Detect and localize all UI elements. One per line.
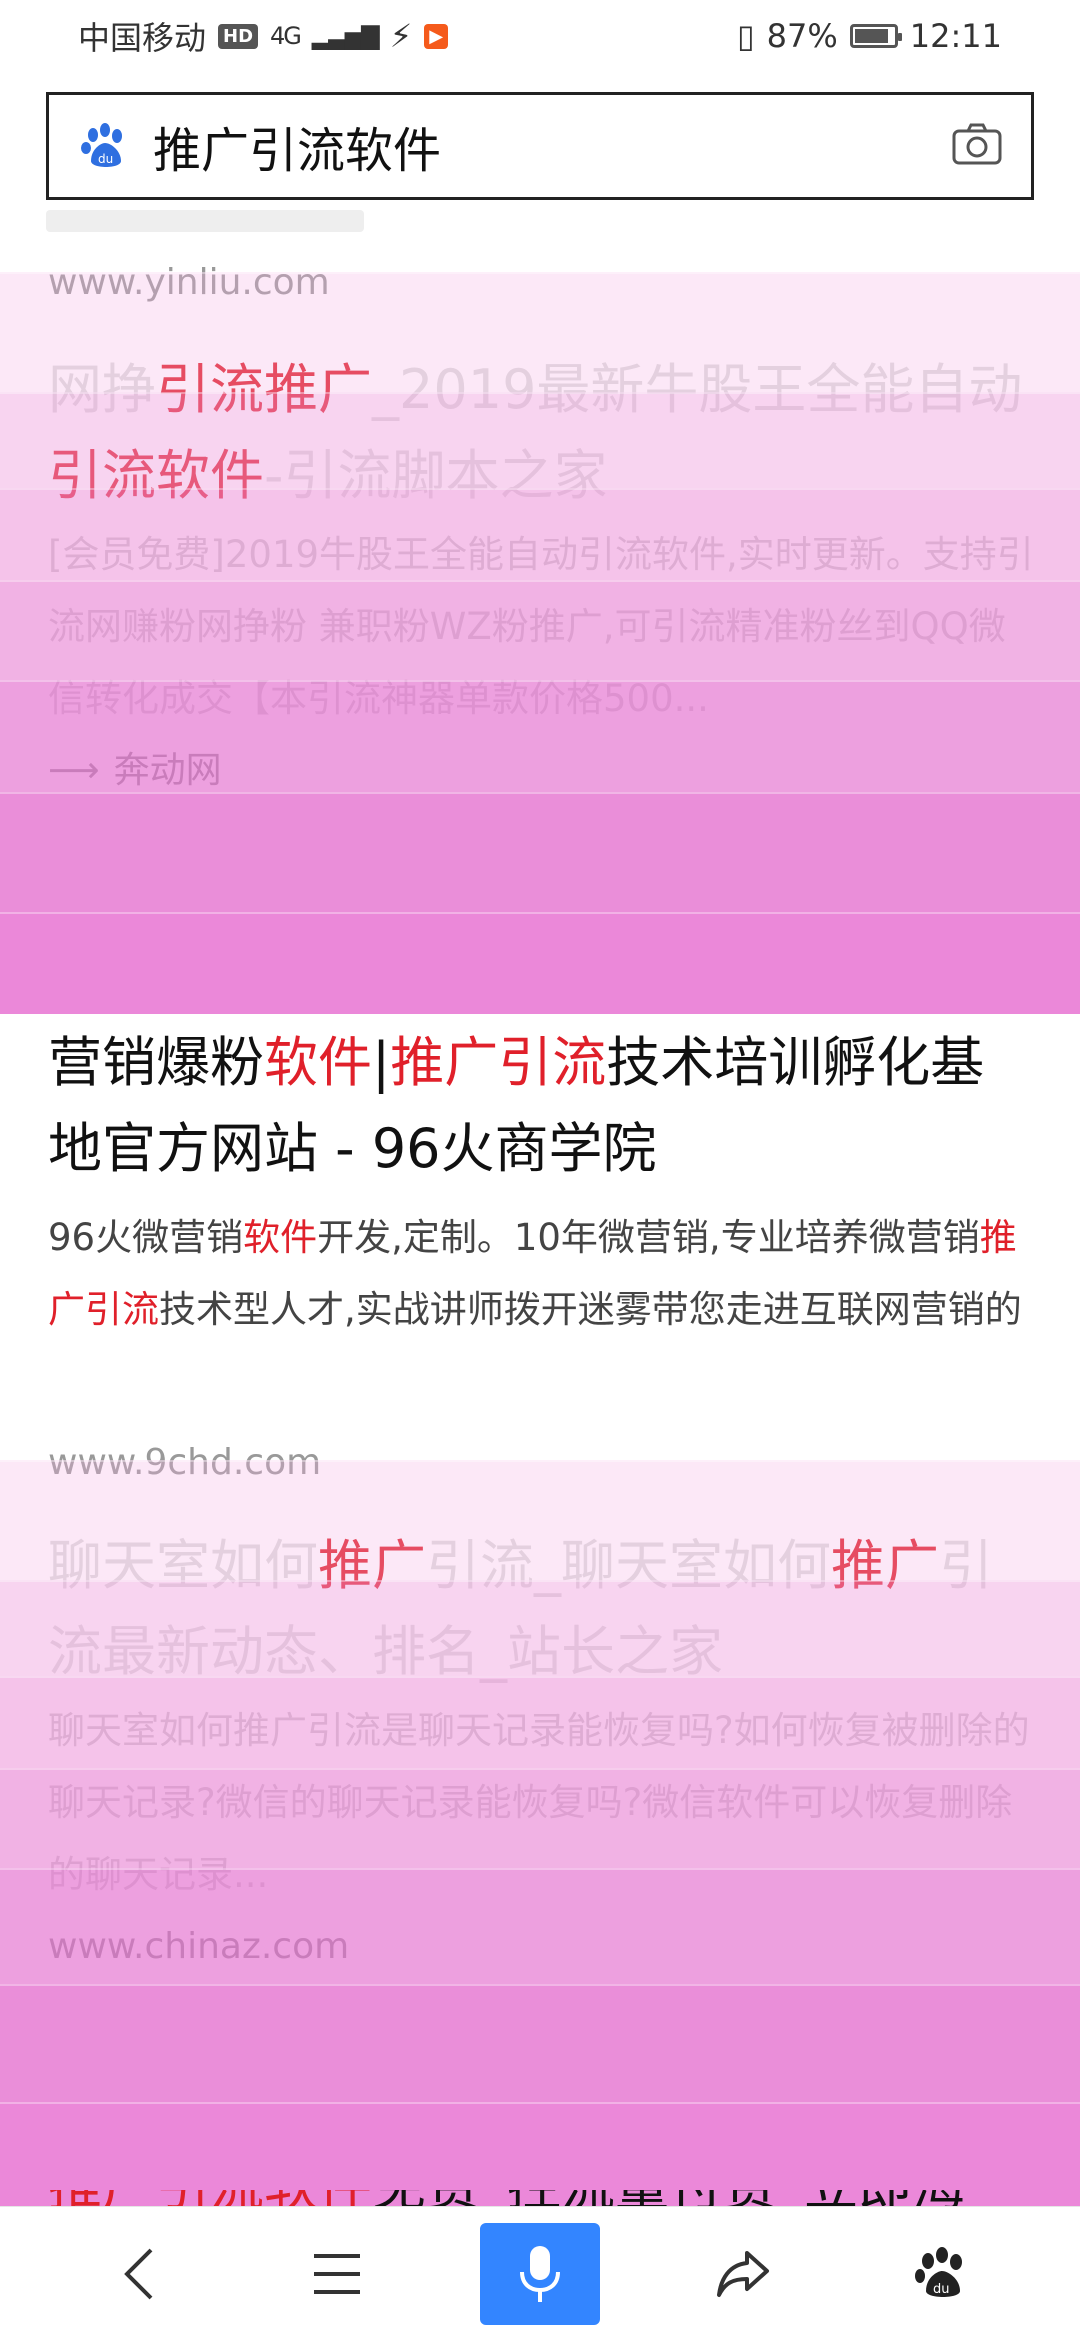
menu-icon bbox=[314, 2253, 360, 2294]
title-part: 营销爆粉 bbox=[48, 1031, 264, 1094]
title-part: -引流脚本之家 bbox=[264, 444, 608, 507]
result-source[interactable]: www.chinaz.com bbox=[48, 1911, 1038, 1983]
result-title[interactable]: 营销爆粉软件|推广引流技术培训孵化基地官方网站 - 96火商学院 bbox=[48, 1020, 1038, 1192]
title-part: 引流_聊天室如何 bbox=[426, 1534, 831, 1597]
desc-part: 技术型人才,实战讲师拨开迷雾带您走进互联网营销的浩瀚海洋。 bbox=[159, 1288, 1022, 1331]
svg-text:du: du bbox=[98, 152, 113, 166]
result-description: 96火微营销软件开发,定制。10年微营销,专业培养微营销推广引流技术型人才,实战… bbox=[48, 1202, 1038, 1346]
share-button[interactable] bbox=[688, 2219, 798, 2329]
status-right: ▯ 87% 12:11 bbox=[737, 17, 1002, 55]
loading-placeholder bbox=[46, 210, 364, 232]
title-highlight: 软件 bbox=[264, 1031, 372, 1094]
menu-button[interactable] bbox=[282, 2219, 392, 2329]
result-description: [会员免费]2019牛股王全能自动引流软件,实时更新。支持引流网赚粉网挣粉 兼职… bbox=[48, 533, 1034, 720]
clock: 12:11 bbox=[909, 17, 1002, 55]
vibrate-icon: ▯ bbox=[737, 17, 755, 55]
signal-icon: ▂▃▅▇ bbox=[311, 22, 380, 50]
title-highlight: 推广引流 bbox=[390, 1031, 607, 1094]
share-icon bbox=[717, 2250, 769, 2297]
notification-icon: ⚡ bbox=[389, 17, 413, 55]
title-highlight: 推广引流软件 bbox=[48, 2190, 372, 2206]
battery-icon bbox=[849, 24, 902, 48]
result-url[interactable]: www.9chd.com bbox=[48, 1442, 1038, 1483]
camera-icon[interactable] bbox=[951, 122, 1003, 170]
title-highlight: 引流软件 bbox=[48, 444, 264, 507]
back-button[interactable] bbox=[84, 2219, 194, 2329]
title-highlight: 引流推广 bbox=[156, 358, 372, 421]
title-part: _2019最新牛股王全能自动 bbox=[372, 358, 1023, 421]
search-input[interactable]: 推广引流软件 bbox=[153, 111, 951, 181]
result-title[interactable]: 推广引流软件免费_控流量付费_立即海 bbox=[48, 2190, 1038, 2206]
result-description: 聊天室如何推广引流是聊天记录能恢复吗?如何恢复被删除的聊天记录?微信的聊天记录能… bbox=[48, 1709, 1030, 1896]
search-result-3[interactable]: www.9chd.com 聊天室如何推广引流_聊天室如何推广引流最新动态、排名_… bbox=[48, 1442, 1038, 1983]
title-part: 网挣 bbox=[48, 358, 156, 421]
result-source[interactable]: ⟶ 奔动网 bbox=[48, 735, 1038, 807]
video-app-icon: ▶ bbox=[424, 23, 449, 49]
baidu-paw-icon: du bbox=[915, 2246, 962, 2297]
result-url[interactable]: www.yinliu.com bbox=[48, 262, 1038, 303]
baidu-logo-icon: du bbox=[79, 121, 129, 171]
network-type: 4G bbox=[270, 22, 302, 50]
desc-part: 96火微营销 bbox=[48, 1216, 244, 1259]
search-result-4-peek[interactable]: 推广引流软件免费_控流量付费_立即海 bbox=[48, 2190, 1038, 2206]
title-highlight: 推广 bbox=[831, 1534, 939, 1597]
result-title[interactable]: 网挣引流推广_2019最新牛股王全能自动引流软件-引流脚本之家 bbox=[48, 347, 1038, 519]
status-left: 中国移动 HD 4G ▂▃▅▇ ⚡ ▶ bbox=[78, 13, 449, 59]
desc-highlight: 软件 bbox=[243, 1216, 318, 1259]
source-name: 奔动网 bbox=[113, 750, 222, 791]
title-part: 免费_控流量付费_立即海 bbox=[372, 2190, 966, 2206]
back-icon bbox=[124, 2248, 153, 2299]
carrier-name: 中国移动 bbox=[78, 19, 207, 57]
source-arrow-icon: ⟶ bbox=[48, 750, 100, 791]
hd-badge: HD bbox=[218, 23, 259, 49]
search-result-1[interactable]: www.yinliu.com 网挣引流推广_2019最新牛股王全能自动引流软件-… bbox=[48, 262, 1038, 807]
title-part: 聊天室如何 bbox=[48, 1534, 318, 1597]
search-bar[interactable]: du 推广引流软件 bbox=[46, 92, 1034, 200]
bottom-toolbar: du bbox=[0, 2206, 1080, 2340]
search-result-2[interactable]: 营销爆粉软件|推广引流技术培训孵化基地官方网站 - 96火商学院 96火微营销软… bbox=[48, 1020, 1038, 1346]
title-highlight: 推广 bbox=[318, 1534, 426, 1597]
voice-search-button[interactable] bbox=[480, 2222, 600, 2325]
desc-part: 开发,定制。10年微营销,专业培养微营销 bbox=[317, 1216, 980, 1259]
svg-text:du: du bbox=[933, 2282, 950, 2297]
baidu-home-button[interactable]: du bbox=[886, 2219, 996, 2329]
title-separator: | bbox=[372, 1031, 391, 1094]
microphone-icon bbox=[520, 2245, 560, 2302]
battery-percent: 87% bbox=[766, 17, 838, 55]
source-name: www.chinaz.com bbox=[48, 1926, 350, 1967]
status-bar: 中国移动 HD 4G ▂▃▅▇ ⚡ ▶ ▯ 87% 12:11 bbox=[0, 0, 1080, 72]
result-title[interactable]: 聊天室如何推广引流_聊天室如何推广引流最新动态、排名_站长之家 bbox=[48, 1523, 1038, 1695]
